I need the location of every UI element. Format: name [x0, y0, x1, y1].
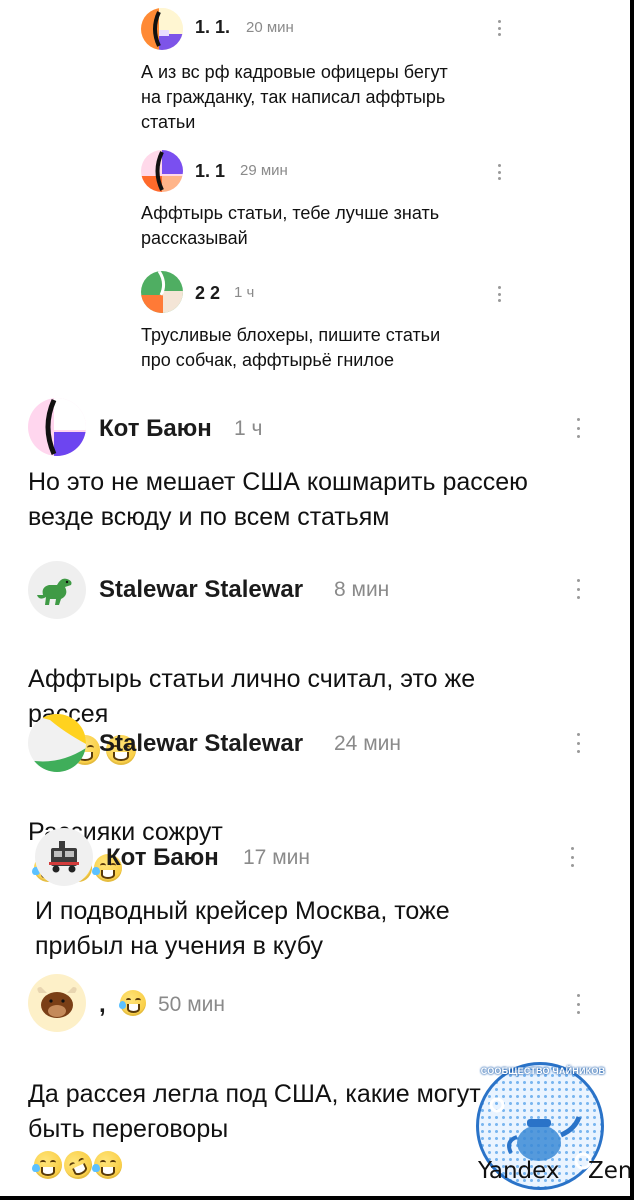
abstract-avatar-icon: [28, 398, 86, 456]
comment-author[interactable]: 1. 1.: [195, 17, 230, 38]
comment-time: 24 мин: [334, 732, 401, 755]
sweat-smile-emoji-icon: [118, 990, 147, 1016]
more-options-icon[interactable]: [496, 164, 502, 180]
avatar[interactable]: [28, 398, 86, 456]
abstract-avatar-icon: [141, 150, 183, 192]
comment-author[interactable]: Кот Баюн: [106, 844, 219, 872]
comment-author[interactable]: ,: [99, 990, 147, 1019]
watermark-zen: Zen: [588, 1158, 630, 1184]
comment-author[interactable]: Stalewar Stalewar: [99, 730, 303, 758]
abstract-avatar-icon: [141, 271, 183, 313]
comment-author-text: ,: [99, 991, 106, 1018]
watermark-title: СООБЩЕСТВО ЧАЙНИКОВ: [480, 1066, 606, 1076]
avatar[interactable]: [35, 828, 93, 886]
more-options-icon[interactable]: [575, 418, 581, 438]
comment-time: 1 ч: [234, 284, 255, 301]
avatar[interactable]: [141, 8, 183, 50]
comment-text: А из вс рф кадровые офицеры бегут на гра…: [141, 62, 448, 132]
sweat-smile-emoji-icon: [92, 1151, 122, 1180]
more-options-icon[interactable]: [496, 286, 502, 302]
comments-thread: 1. 1. 20 мин А из вс рф кадровые офицеры…: [0, 0, 630, 1196]
train-icon: [49, 841, 79, 873]
comment-text-content: Да рассея легла под США, какие могут быт…: [28, 1080, 481, 1143]
community-watermark: СООБЩЕСТВО ЧАЙНИКОВ Yandex Zen: [470, 1062, 630, 1196]
dinosaur-icon: [37, 578, 72, 605]
joy-emoji-icon: [32, 1151, 62, 1180]
bull-icon: [37, 987, 77, 1018]
comment-author[interactable]: 2 2: [195, 283, 220, 304]
rofl-emoji-icon: [59, 1146, 97, 1184]
avatar[interactable]: [28, 974, 86, 1032]
comment-text: Аффтырь статьи, тебе лучше знать рассказ…: [141, 203, 440, 248]
comment-time: 29 мин: [240, 162, 288, 179]
avatar[interactable]: [28, 714, 86, 772]
comment-time: 50 мин: [158, 993, 225, 1016]
more-options-icon[interactable]: [569, 847, 575, 867]
comment-text: Трусливые блохеры, пишите статьи про соб…: [141, 325, 441, 370]
comment-author[interactable]: Кот Баюн: [99, 415, 212, 443]
comment-text: Но это не мешает США кошмарить рассею ве…: [28, 468, 528, 531]
avatar[interactable]: [141, 150, 183, 192]
more-options-icon[interactable]: [575, 994, 581, 1014]
more-options-icon[interactable]: [496, 20, 502, 36]
comment-time: 17 мин: [243, 846, 310, 869]
comment-time: 1 ч: [234, 417, 263, 440]
comment-text: И подводный крейсер Москва, тоже прибыл …: [35, 897, 450, 960]
abstract-avatar-icon: [28, 714, 86, 772]
comment-author[interactable]: 1. 1: [195, 161, 225, 182]
avatar[interactable]: [141, 271, 183, 313]
avatar[interactable]: [28, 561, 86, 619]
comment-text: Да рассея легла под США, какие могут быт…: [28, 1042, 481, 1184]
abstract-avatar-icon: [141, 8, 183, 50]
comment-author[interactable]: Stalewar Stalewar: [99, 576, 303, 604]
more-options-icon[interactable]: [575, 579, 581, 599]
watermark-yandex: Yandex: [478, 1158, 560, 1184]
comment-time: 20 мин: [246, 19, 294, 36]
comment-text-content: Аффтырь статьи лично считал, это же расс…: [28, 665, 476, 728]
comment-time: 8 мин: [334, 578, 390, 601]
more-options-icon[interactable]: [575, 733, 581, 753]
emoji-group: [32, 1146, 122, 1184]
